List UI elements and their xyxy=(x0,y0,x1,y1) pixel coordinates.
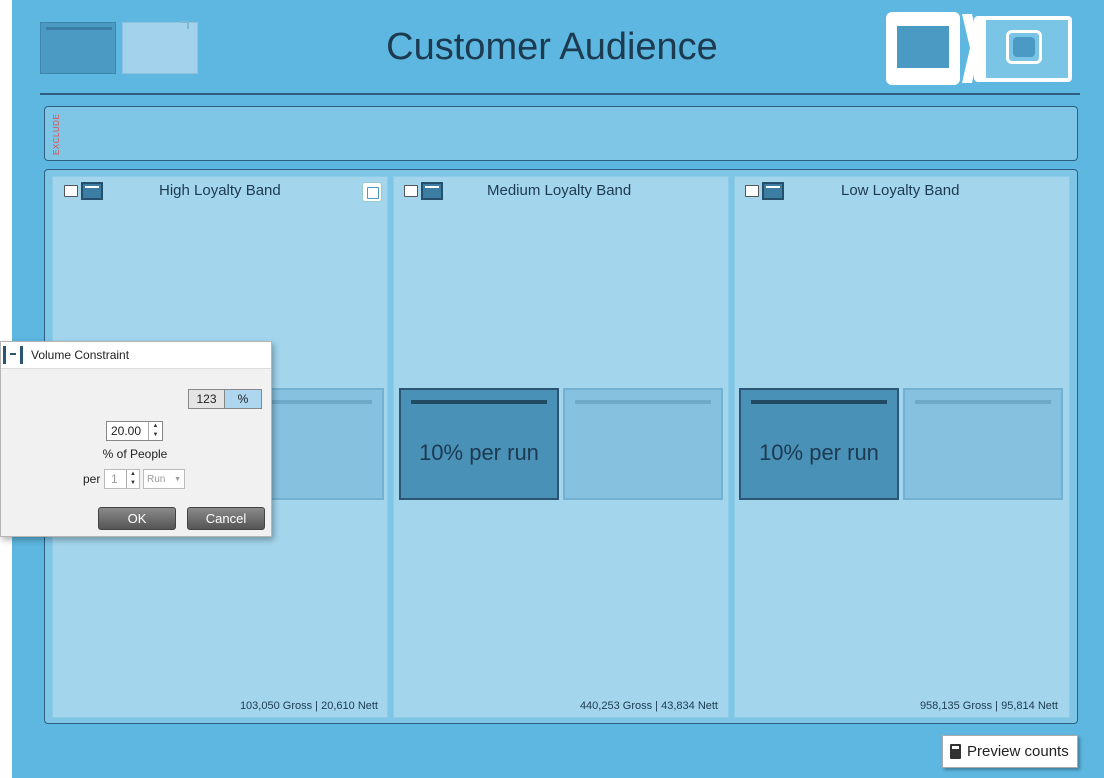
page-icon[interactable] xyxy=(745,185,759,197)
gross-count: 103,050 xyxy=(239,700,280,712)
nett-count: 95,814 xyxy=(1001,700,1035,712)
preview-counts-button[interactable]: Preview counts xyxy=(942,735,1078,768)
band-counts: 958,135 Gross | 95,814 Nett xyxy=(919,700,1058,712)
unit-label: % of People xyxy=(102,447,168,461)
block-icon[interactable] xyxy=(421,182,443,200)
nett-label: Nett xyxy=(1037,700,1058,712)
gross-count: 958,135 xyxy=(919,700,960,712)
band-icons[interactable] xyxy=(64,182,106,200)
constraint-slot[interactable] xyxy=(563,388,723,500)
dialog-title: Volume Constraint xyxy=(31,348,130,362)
ok-button[interactable]: OK xyxy=(98,507,176,530)
band-title: Low Loyalty Band xyxy=(841,182,960,199)
down-arrow-icon[interactable]: ▼ xyxy=(127,479,139,488)
constraint-box[interactable]: 10% per run xyxy=(739,388,899,500)
mode-count-option[interactable]: 123 xyxy=(189,390,225,408)
band-icons[interactable] xyxy=(404,182,446,200)
preview-label: Preview counts xyxy=(967,743,1069,760)
gross-label: Gross xyxy=(622,700,653,712)
block-icon[interactable] xyxy=(81,182,103,200)
constraint-label: 10% per run xyxy=(419,440,539,465)
gross-count: 440,253 xyxy=(579,700,620,712)
band-title: Medium Loyalty Band xyxy=(487,182,632,199)
mode-toggle[interactable]: 123 % xyxy=(188,389,262,409)
nett-label: Nett xyxy=(697,700,718,712)
up-arrow-icon[interactable]: ▲ xyxy=(149,422,162,431)
constraint-bar xyxy=(751,400,887,404)
up-arrow-icon[interactable]: ▲ xyxy=(127,470,139,479)
per-label: per xyxy=(83,472,101,486)
constraint-slot[interactable] xyxy=(903,388,1063,500)
rectangle-icon xyxy=(897,26,949,68)
nett-count: 20,610 xyxy=(321,700,355,712)
page-icon[interactable] xyxy=(404,185,418,197)
calculator-icon xyxy=(950,744,961,759)
per-unit-value: Run xyxy=(147,474,166,485)
nett-count: 43,834 xyxy=(661,700,695,712)
view-toggle-compact[interactable] xyxy=(974,16,1072,82)
band-counts: 103,050 Gross | 20,610 Nett xyxy=(239,700,378,712)
stepper-arrows[interactable]: ▲ ▼ xyxy=(126,470,139,488)
band-title: High Loyalty Band xyxy=(159,182,281,199)
gross-label: Gross xyxy=(282,700,313,712)
collapse-icon[interactable] xyxy=(362,182,382,202)
per-stepper[interactable]: 1 ▲ ▼ xyxy=(104,469,140,489)
rounded-square-icon xyxy=(1006,30,1042,64)
block-icon[interactable] xyxy=(762,182,784,200)
constraint-box[interactable]: 10% per run xyxy=(399,388,559,500)
per-value-field[interactable]: 1 xyxy=(111,472,118,486)
view-toggle-full[interactable] xyxy=(886,12,960,85)
gross-label: Gross xyxy=(962,700,993,712)
page-icon[interactable] xyxy=(64,185,78,197)
slot-bar xyxy=(915,400,1051,404)
constraint-label: 10% per run xyxy=(759,440,879,465)
mode-percent-option[interactable]: % xyxy=(225,390,261,408)
nett-label: Nett xyxy=(357,700,378,712)
band-icons[interactable] xyxy=(745,182,787,200)
exclude-zone[interactable] xyxy=(44,106,1078,161)
slot-bar xyxy=(575,400,711,404)
down-arrow-icon[interactable]: ▼ xyxy=(149,431,162,440)
per-unit-select[interactable]: Run ▼ xyxy=(143,469,185,489)
exclude-label: EXCLUDE xyxy=(52,113,61,155)
cancel-button[interactable]: Cancel xyxy=(187,507,265,530)
bracket-icon xyxy=(3,346,23,364)
stepper-arrows[interactable]: ▲ ▼ xyxy=(148,422,162,440)
value-field[interactable]: 20.00 xyxy=(111,424,141,438)
constraint-bar xyxy=(411,400,547,404)
chevron-down-icon: ▼ xyxy=(174,476,181,483)
header-divider xyxy=(40,93,1080,95)
value-stepper[interactable]: 20.00 ▲ ▼ xyxy=(106,421,163,441)
band-counts: 440,253 Gross | 43,834 Nett xyxy=(579,700,718,712)
